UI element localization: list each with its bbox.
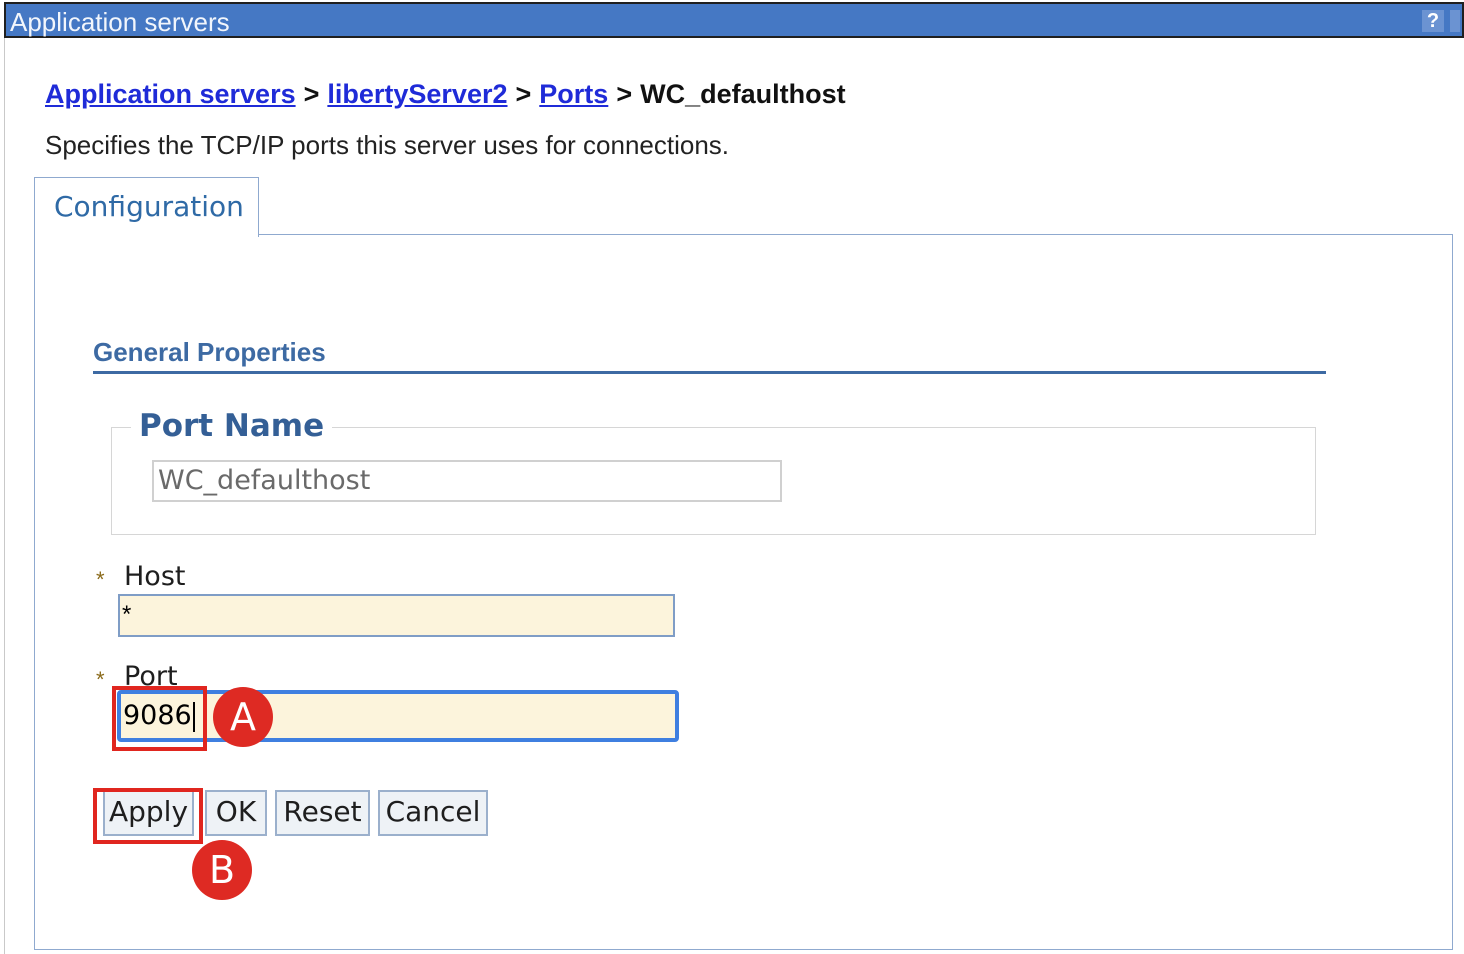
window-title: Application servers bbox=[10, 7, 230, 37]
host-label: Host bbox=[124, 561, 186, 592]
help-icon[interactable]: ? bbox=[1422, 10, 1444, 32]
host-required-icon: * bbox=[96, 567, 105, 592]
left-border bbox=[4, 38, 5, 954]
page-description: Specifies the TCP/IP ports this server u… bbox=[45, 130, 730, 160]
section-divider bbox=[93, 371, 1326, 374]
cancel-button[interactable]: Cancel bbox=[378, 790, 488, 836]
window-title-bar: Application servers ? bbox=[4, 2, 1464, 38]
annotation-b-marker: B bbox=[192, 840, 252, 900]
breadcrumb: Application servers > libertyServer2 > Ports… bbox=[45, 76, 846, 112]
breadcrumb-separator: > bbox=[616, 79, 633, 109]
annotation-b-highlight bbox=[93, 788, 203, 844]
host-input[interactable]: * bbox=[118, 594, 675, 637]
annotation-a-marker: A bbox=[213, 687, 273, 747]
annotation-a-highlight bbox=[112, 686, 207, 751]
breadcrumb-link-libertyserver2[interactable]: libertyServer2 bbox=[327, 79, 507, 109]
reset-button[interactable]: Reset bbox=[275, 790, 370, 836]
breadcrumb-separator: > bbox=[515, 79, 532, 109]
section-title-general-properties: General Properties bbox=[93, 337, 326, 367]
port-name-legend: Port Name bbox=[131, 406, 333, 446]
minimize-icon[interactable] bbox=[1450, 10, 1460, 32]
tab-configuration[interactable]: Configuration bbox=[34, 177, 259, 237]
breadcrumb-link-application-servers[interactable]: Application servers bbox=[45, 79, 296, 109]
breadcrumb-link-ports[interactable]: Ports bbox=[539, 79, 608, 109]
breadcrumb-separator: > bbox=[303, 79, 320, 109]
port-name-input: WC_defaulthost bbox=[152, 460, 782, 502]
ok-button[interactable]: OK bbox=[205, 790, 267, 836]
port-required-icon: * bbox=[96, 667, 105, 692]
breadcrumb-current: WC_defaulthost bbox=[640, 79, 846, 109]
tab-configuration-label: Configuration bbox=[54, 190, 244, 223]
